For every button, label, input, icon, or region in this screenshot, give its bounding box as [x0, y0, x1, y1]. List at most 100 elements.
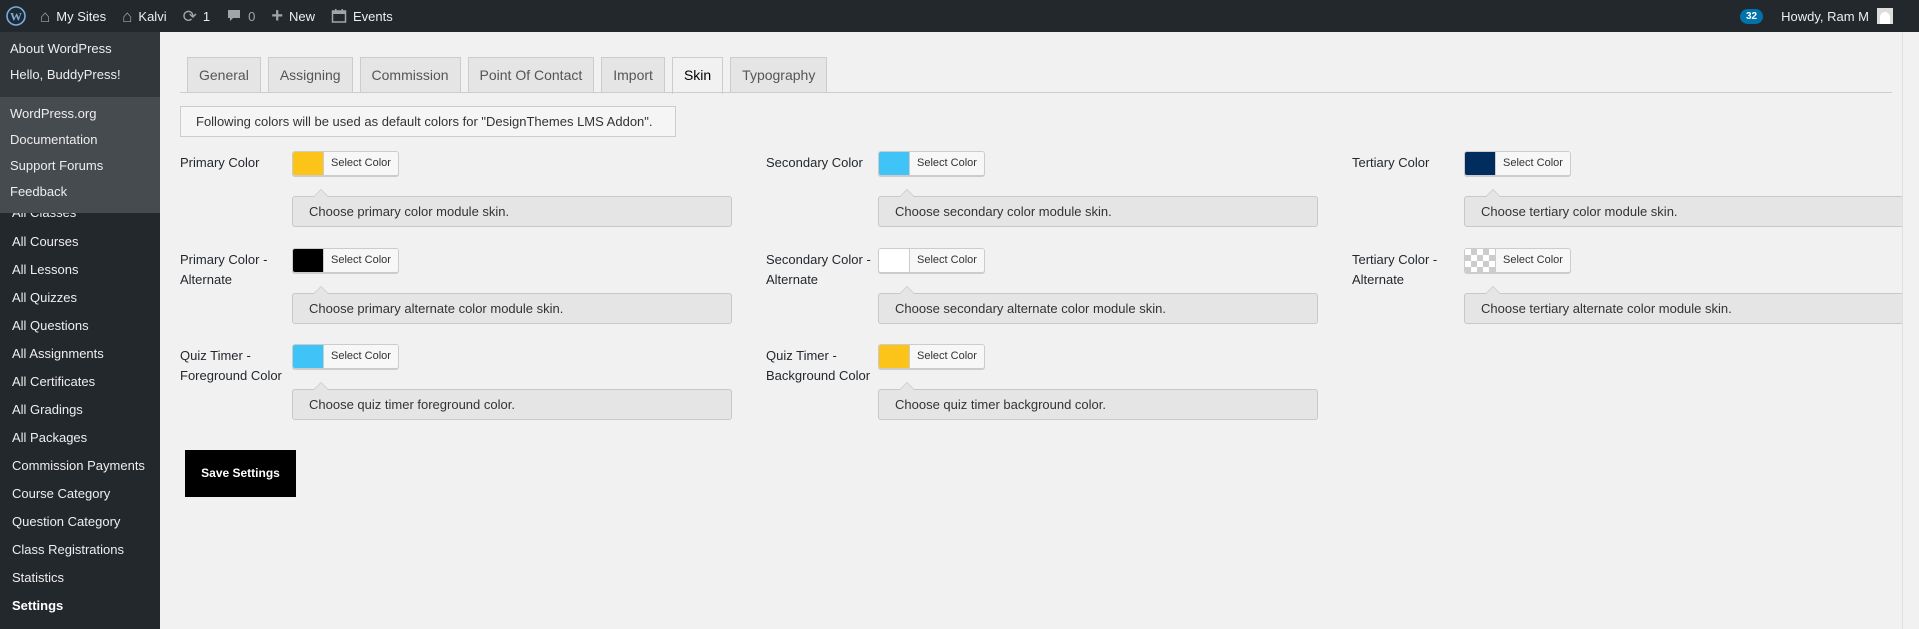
select-color-label: Select Color — [324, 249, 398, 272]
tab-skin[interactable]: Skin — [671, 57, 724, 94]
sidebar-item-question-category[interactable]: Question Category — [12, 514, 120, 529]
svg-text:W: W — [10, 10, 22, 24]
dropdown-item-feedback[interactable]: Feedback — [0, 183, 160, 209]
admin-bar: W ⌂ My Sites ⌂ Kalvi ⟳ 1 0 + New Events … — [0, 0, 1919, 32]
wordpress-logo-dropdown: About WordPress Hello, BuddyPress! WordP… — [0, 32, 160, 213]
skin-notice: Following colors will be used as default… — [180, 106, 676, 137]
settings-tabs: General Assigning Commission Point Of Co… — [187, 57, 834, 94]
dropdown-top-group: About WordPress Hello, BuddyPress! — [0, 32, 160, 97]
tab-general[interactable]: General — [187, 57, 261, 93]
my-sites-label: My Sites — [56, 8, 107, 24]
primary-alternate-description: Choose primary alternate color module sk… — [292, 286, 732, 324]
sidebar-item-settings[interactable]: Settings — [12, 598, 63, 613]
sidebar-item-all-courses[interactable]: All Courses — [12, 234, 78, 249]
primary-color-description: Choose primary color module skin. — [292, 189, 732, 227]
quiz-timer-foreground-swatch — [293, 345, 324, 368]
tertiary-alternate-label: Tertiary Color - Alternate — [1352, 252, 1438, 287]
sidebar-item-class-registrations[interactable]: Class Registrations — [12, 542, 124, 557]
dropdown-item-support-forums[interactable]: Support Forums — [0, 157, 160, 183]
tertiary-alternate-description: Choose tertiary alternate color module s… — [1464, 286, 1904, 324]
quiz-timer-foreground-description: Choose quiz timer foreground color. — [292, 382, 732, 420]
secondary-color-label: Secondary Color — [766, 155, 863, 170]
tab-import[interactable]: Import — [601, 57, 665, 93]
sidebar-item-commission-payments[interactable]: Commission Payments — [12, 458, 145, 473]
sidebar-item-statistics[interactable]: Statistics — [12, 570, 64, 585]
secondary-color-swatch — [879, 152, 910, 175]
tab-point-of-contact[interactable]: Point Of Contact — [467, 57, 595, 93]
select-color-label: Select Color — [324, 152, 398, 175]
select-color-label: Select Color — [1496, 152, 1570, 175]
sidebar-item-all-assignments[interactable]: All Assignments — [12, 346, 104, 361]
account-menu[interactable]: Howdy, Ram M — [1773, 0, 1919, 32]
quiz-timer-background-label: Quiz Timer - Background Color — [766, 348, 871, 383]
tertiary-color-label: Tertiary Color — [1352, 155, 1430, 170]
wordpress-logo-menu[interactable]: W — [0, 0, 32, 32]
select-color-label: Select Color — [910, 345, 984, 368]
quiz-timer-foreground-picker[interactable]: Select Color — [292, 344, 399, 369]
secondary-alternate-description: Choose secondary alternate color module … — [878, 286, 1318, 324]
events-menu[interactable]: Events — [323, 0, 401, 32]
tertiary-color-swatch — [1465, 152, 1496, 175]
tertiary-alternate-swatch — [1465, 249, 1496, 272]
site-name-label: Kalvi — [138, 8, 167, 24]
sidebar-item-course-category[interactable]: Course Category — [12, 486, 110, 501]
primary-alternate-label: Primary Color - Alternate — [180, 252, 268, 287]
primary-color-picker[interactable]: Select Color — [292, 151, 399, 176]
sidebar-item-all-questions[interactable]: All Questions — [12, 318, 89, 333]
primary-color-swatch — [293, 152, 324, 175]
settings-content: General Assigning Commission Point Of Co… — [160, 32, 1919, 629]
secondary-color-description: Choose secondary color module skin. — [878, 189, 1318, 227]
avatar — [1877, 8, 1893, 24]
updates-icon: ⟳ — [182, 6, 197, 26]
primary-alternate-swatch — [293, 249, 324, 272]
dropdown-item-documentation[interactable]: Documentation — [0, 131, 160, 157]
tab-assigning[interactable]: Assigning — [267, 57, 353, 93]
select-color-label: Select Color — [1496, 249, 1570, 272]
dropdown-item-about-wordpress[interactable]: About WordPress — [0, 40, 160, 66]
quiz-timer-background-description: Choose quiz timer background color. — [878, 382, 1318, 420]
quiz-timer-background-picker[interactable]: Select Color — [878, 344, 985, 369]
events-label: Events — [353, 8, 393, 24]
secondary-color-picker[interactable]: Select Color — [878, 151, 985, 176]
comment-icon — [228, 10, 241, 21]
comments-count: 0 — [248, 8, 256, 24]
select-color-label: Select Color — [324, 345, 398, 368]
tab-typography[interactable]: Typography — [730, 57, 828, 93]
sidebar-item-all-certificates[interactable]: All Certificates — [12, 374, 95, 389]
my-sites-menu[interactable]: ⌂ My Sites — [32, 0, 114, 32]
new-content-menu[interactable]: + New — [263, 0, 323, 32]
plus-icon: + — [271, 5, 283, 27]
primary-color-label: Primary Color — [180, 155, 260, 170]
tertiary-alternate-picker[interactable]: Select Color — [1464, 248, 1571, 273]
calendar-icon — [331, 9, 347, 23]
sidebar-item-all-quizzes[interactable]: All Quizzes — [12, 290, 77, 305]
save-settings-button[interactable]: Save Settings — [185, 450, 296, 497]
dropdown-item-wordpress-org[interactable]: WordPress.org — [0, 105, 160, 131]
wordpress-logo-icon: W — [6, 6, 26, 26]
updates-count: 1 — [202, 8, 211, 24]
page-scrollbar[interactable] — [1902, 32, 1919, 629]
notification-badge[interactable]: 32 — [1739, 8, 1764, 24]
quiz-timer-background-swatch — [879, 345, 910, 368]
my-sites-icon: ⌂ — [40, 6, 51, 26]
select-color-label: Select Color — [910, 249, 984, 272]
select-color-label: Select Color — [910, 152, 984, 175]
sidebar-item-all-packages[interactable]: All Packages — [12, 430, 87, 445]
tertiary-color-description: Choose tertiary color module skin. — [1464, 189, 1904, 227]
comments-menu[interactable]: 0 — [218, 0, 263, 32]
quiz-timer-foreground-label: Quiz Timer - Foreground Color — [180, 348, 282, 383]
tab-commission[interactable]: Commission — [359, 57, 461, 93]
primary-alternate-picker[interactable]: Select Color — [292, 248, 399, 273]
secondary-alternate-label: Secondary Color - Alternate — [766, 252, 871, 287]
home-icon: ⌂ — [122, 6, 133, 26]
tertiary-color-picker[interactable]: Select Color — [1464, 151, 1571, 176]
howdy-label: Howdy, Ram M — [1781, 8, 1869, 24]
updates-menu[interactable]: ⟳ 1 — [175, 0, 218, 32]
site-name-menu[interactable]: ⌂ Kalvi — [114, 0, 174, 32]
secondary-alternate-picker[interactable]: Select Color — [878, 248, 985, 273]
sidebar-item-all-lessons[interactable]: All Lessons — [12, 262, 78, 277]
secondary-alternate-swatch — [879, 249, 910, 272]
sidebar-item-all-gradings[interactable]: All Gradings — [12, 402, 83, 417]
dropdown-item-hello-buddypress[interactable]: Hello, BuddyPress! — [0, 66, 160, 92]
dropdown-bottom-group: WordPress.org Documentation Support Foru… — [0, 97, 160, 213]
